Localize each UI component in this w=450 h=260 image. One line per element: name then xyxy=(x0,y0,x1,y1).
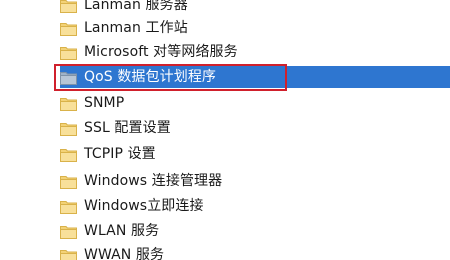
tree-item-label: Microsoft 对等网络服务 xyxy=(84,44,238,60)
tree-item-microsoft-p2p[interactable]: Microsoft 对等网络服务 xyxy=(60,41,450,63)
tree-item-snmp[interactable]: SNMP xyxy=(60,92,450,114)
folder-icon xyxy=(60,0,77,13)
folder-icon xyxy=(60,96,77,111)
folder-icon xyxy=(60,45,77,60)
tree-item-tcpip-settings[interactable]: TCPIP 设置 xyxy=(60,143,450,165)
folder-icon xyxy=(60,174,77,189)
folder-icon xyxy=(60,248,77,260)
tree-item-label: Lanman 服务器 xyxy=(84,0,188,13)
folder-icon xyxy=(60,121,77,136)
folder-icon xyxy=(60,21,77,36)
tree-item-ssl-config[interactable]: SSL 配置设置 xyxy=(60,117,450,139)
tree-item-windows-connect-now[interactable]: Windows立即连接 xyxy=(60,195,450,217)
folder-icon xyxy=(60,224,77,239)
tree-item-label: SSL 配置设置 xyxy=(84,120,171,136)
group-policy-tree: Lanman 服务器 Lanman 工作站 Microsoft 对等网络服务 Q… xyxy=(0,0,450,260)
tree-item-label: Windows立即连接 xyxy=(84,198,204,214)
tree-item-label: Lanman 工作站 xyxy=(84,20,188,36)
tree-item-label: QoS 数据包计划程序 xyxy=(84,69,217,85)
tree-item-label: WWAN 服务 xyxy=(84,247,165,260)
tree-item-label: SNMP xyxy=(84,95,125,111)
tree-item-lanman-server[interactable]: Lanman 服务器 xyxy=(60,0,450,16)
tree-item-label: WLAN 服务 xyxy=(84,223,160,239)
tree-item-label: TCPIP 设置 xyxy=(84,146,156,162)
tree-item-windows-connection-manager[interactable]: Windows 连接管理器 xyxy=(60,170,450,192)
tree-item-wwan-service[interactable]: WWAN 服务 xyxy=(60,244,450,260)
tree-item-wlan-service[interactable]: WLAN 服务 xyxy=(60,220,450,242)
tree-item-lanman-workstation[interactable]: Lanman 工作站 xyxy=(60,17,450,39)
tree-item-label: Windows 连接管理器 xyxy=(84,173,223,189)
folder-icon xyxy=(60,147,77,162)
folder-icon xyxy=(60,199,77,214)
folder-icon xyxy=(60,70,77,85)
tree-item-qos-packet-scheduler[interactable]: QoS 数据包计划程序 xyxy=(60,66,450,88)
